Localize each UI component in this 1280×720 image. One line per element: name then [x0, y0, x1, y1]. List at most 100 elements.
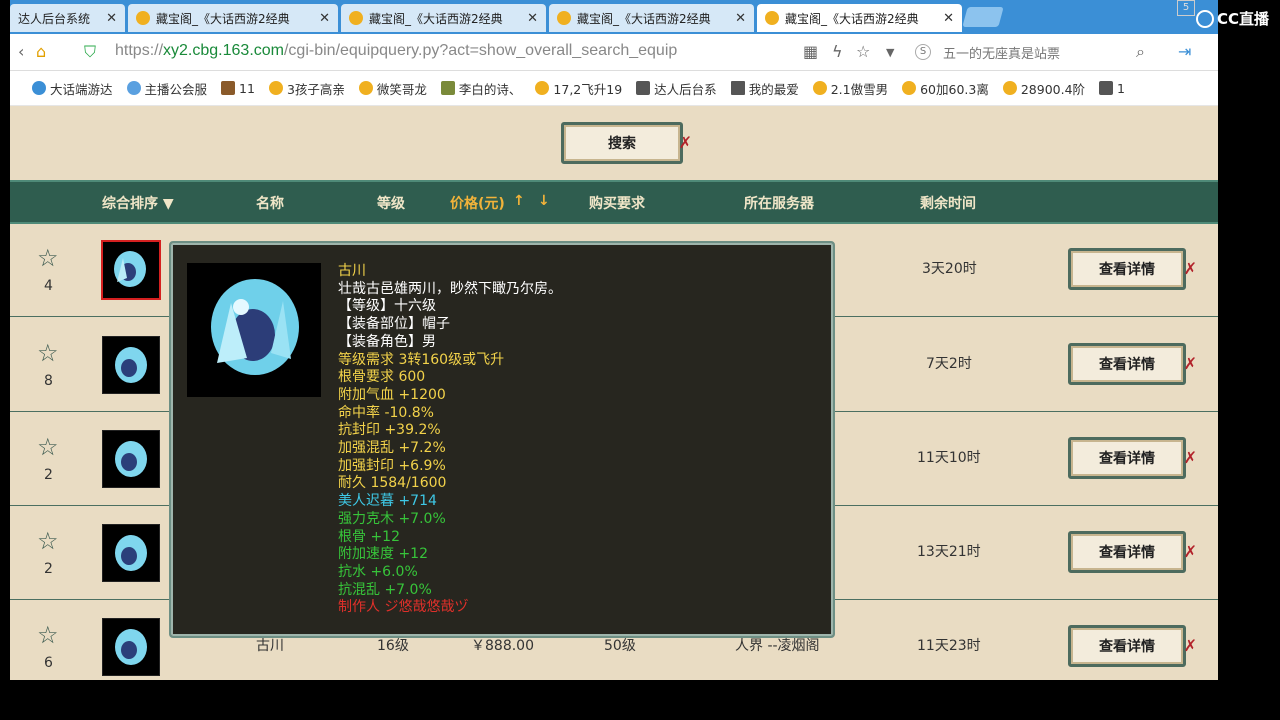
item-thumbnail[interactable]: [101, 240, 161, 300]
item-level: 16级: [377, 638, 409, 654]
stat-line: 附加气血 +1200: [338, 386, 446, 403]
search-input[interactable]: S 五一的无座真是站票: [915, 40, 1155, 64]
close-icon[interactable]: ✕: [943, 11, 954, 26]
favorite-star-icon[interactable]: ☆: [37, 433, 59, 461]
favorite-star-icon[interactable]: ☆: [37, 244, 59, 272]
search-button[interactable]: 搜索 ✗: [561, 122, 692, 164]
logo-icon: [1196, 9, 1214, 28]
bookmark-icon: [358, 81, 373, 95]
bookmark-item[interactable]: 达人后台系: [636, 79, 717, 98]
bookmark-item[interactable]: 我的最爱: [730, 79, 799, 98]
close-icon[interactable]: ✕: [527, 11, 538, 26]
price-sort-asc-icon[interactable]: ↑: [513, 193, 525, 209]
header-remaining: 剩余时间: [920, 196, 976, 212]
address-bar: ‹ ⌂ ⛉ https://xy2.cbg.163.com/cgi-bin/eq…: [10, 34, 1218, 71]
view-detail-button[interactable]: 查看详情 ✗: [1068, 437, 1197, 479]
stat-line: 加强封印 +6.9%: [338, 457, 446, 474]
item-thumbnail[interactable]: [102, 336, 160, 394]
remaining-time: 13天21时: [917, 544, 981, 560]
header-requirement: 购买要求: [589, 196, 645, 212]
bookmark-item[interactable]: 60加60.3离: [902, 79, 989, 98]
item-thumbnail[interactable]: [102, 524, 160, 582]
bookmark-label: 60加60.3离: [920, 81, 989, 97]
tab-1[interactable]: 达人后台系统 ✕: [10, 4, 125, 32]
item-name[interactable]: 古川: [256, 635, 284, 655]
bookmark-icon: [268, 81, 283, 95]
search-placeholder: 五一的无座真是站票: [943, 46, 1061, 62]
favorite-star-icon[interactable]: ☆: [37, 621, 59, 649]
tab-2[interactable]: 藏宝阁_《大话西游2经典 ✕: [128, 4, 338, 32]
remaining-time: 11天23时: [917, 638, 981, 654]
sort-dropdown[interactable]: 综合排序 ▼: [102, 193, 174, 213]
favorite-star-icon[interactable]: ☆: [37, 339, 59, 367]
stat-line: 附加速度 +12: [338, 546, 428, 563]
tab-title: 藏宝阁_《大话西游2经典: [785, 11, 919, 26]
item-thumbnail[interactable]: [102, 430, 160, 488]
logo-text: CC直播: [1217, 10, 1270, 28]
chevron-down-icon[interactable]: ▼: [886, 46, 894, 59]
bookmark-item[interactable]: 2.1傲雪男: [812, 79, 889, 98]
new-tab-button[interactable]: [962, 7, 1004, 27]
stat-line: 强力克木 +7.0%: [338, 510, 446, 527]
stat-line: 制作人 ジ悠哉悠哉ヅ: [338, 599, 469, 616]
stat-line: 【装备角色】男: [338, 333, 436, 350]
close-icon[interactable]: ✕: [735, 11, 746, 26]
qr-icon[interactable]: ▦: [803, 42, 818, 61]
item-large-image: [187, 263, 321, 397]
ribbon-knot-icon: ✗: [1183, 354, 1197, 373]
remaining-time: 7天2时: [926, 356, 972, 372]
favorite-count: 6: [44, 655, 53, 671]
bookmark-item[interactable]: 微笑哥龙: [358, 79, 427, 98]
secure-shield-icon: ⛉: [84, 42, 97, 61]
view-detail-button[interactable]: 查看详情 ✗: [1068, 248, 1197, 290]
bookmark-item[interactable]: 主播公会服: [126, 79, 208, 98]
bookmark-item[interactable]: 大话端游达: [32, 79, 113, 98]
search-icon[interactable]: ⌕: [1136, 42, 1145, 62]
tab-title: 藏宝阁_《大话西游2经典: [577, 11, 711, 26]
bookmark-item[interactable]: 1: [1099, 81, 1125, 96]
bookmark-icon: [440, 81, 455, 95]
url-host: xy2.cbg.163.com: [163, 42, 284, 59]
view-detail-button[interactable]: 查看详情 ✗: [1068, 343, 1197, 385]
tab-5-active[interactable]: 藏宝阁_《大话西游2经典 ✕: [757, 4, 962, 32]
remaining-time: 3天20时: [922, 261, 977, 277]
tab-4[interactable]: 藏宝阁_《大话西游2经典 ✕: [549, 4, 754, 32]
back-icon[interactable]: ‹: [18, 42, 24, 61]
view-detail-button[interactable]: 查看详情 ✗: [1068, 625, 1197, 667]
bookmark-item[interactable]: 11: [221, 81, 255, 96]
item-server: 人界 --凌烟阁: [735, 638, 820, 654]
tab-3[interactable]: 藏宝阁_《大话西游2经典 ✕: [341, 4, 546, 32]
home-icon[interactable]: ⌂: [36, 42, 46, 61]
stat-line: 壮哉古邑雄两川，眇然下瞰乃尔房。: [338, 280, 562, 297]
item-thumbnail[interactable]: [102, 618, 160, 676]
view-detail-button[interactable]: 查看详情 ✗: [1068, 531, 1197, 573]
favorite-star-icon[interactable]: ☆: [37, 527, 59, 555]
button-label: 查看详情: [1099, 545, 1155, 561]
tab-favicon-icon: [765, 11, 779, 25]
close-icon[interactable]: ✕: [106, 11, 117, 26]
favorite-star-icon[interactable]: ☆: [856, 42, 870, 61]
tab-title: 藏宝阁_《大话西游2经典: [156, 11, 290, 26]
item-stats-list: 古川 壮哉古邑雄两川，眇然下瞰乃尔房。 【等级】十六级 【装备部位】帽子 【装备角色】男…: [338, 263, 562, 617]
url-field[interactable]: https://xy2.cbg.163.com/cgi-bin/equipque…: [115, 42, 677, 60]
item-requirement: 50级: [604, 638, 636, 654]
stat-line: 根骨 +12: [338, 528, 400, 545]
stat-line: 根骨要求 600: [338, 369, 426, 386]
login-icon[interactable]: ⇥: [1178, 42, 1191, 61]
close-icon[interactable]: ✕: [319, 11, 330, 26]
bookmark-icon: [902, 81, 917, 95]
bookmark-label: 主播公会服: [144, 81, 208, 97]
price-sort-desc-icon[interactable]: ↓: [538, 193, 550, 209]
bookmark-item[interactable]: 17,2飞升19: [535, 79, 622, 98]
lightning-icon[interactable]: ϟ: [832, 42, 843, 61]
bookmark-item[interactable]: 李白的诗、: [440, 79, 522, 98]
stat-line: 耐久 1584/1600: [338, 475, 447, 492]
bookmark-label: 李白的诗、: [458, 81, 522, 97]
table-header: 综合排序 ▼ 名称 等级 价格(元) ↑ ↓ 购买要求 所在服务器 剩余时间: [10, 180, 1218, 224]
bookmark-label: 微笑哥龙: [376, 81, 427, 97]
bookmark-item[interactable]: 28900.4阶: [1002, 79, 1085, 98]
ribbon-knot-icon: ✗: [678, 133, 692, 152]
bookmark-label: 2.1傲雪男: [830, 81, 889, 97]
bookmark-item[interactable]: 3孩子高亲: [268, 79, 345, 98]
tab-favicon-icon: [136, 11, 150, 25]
